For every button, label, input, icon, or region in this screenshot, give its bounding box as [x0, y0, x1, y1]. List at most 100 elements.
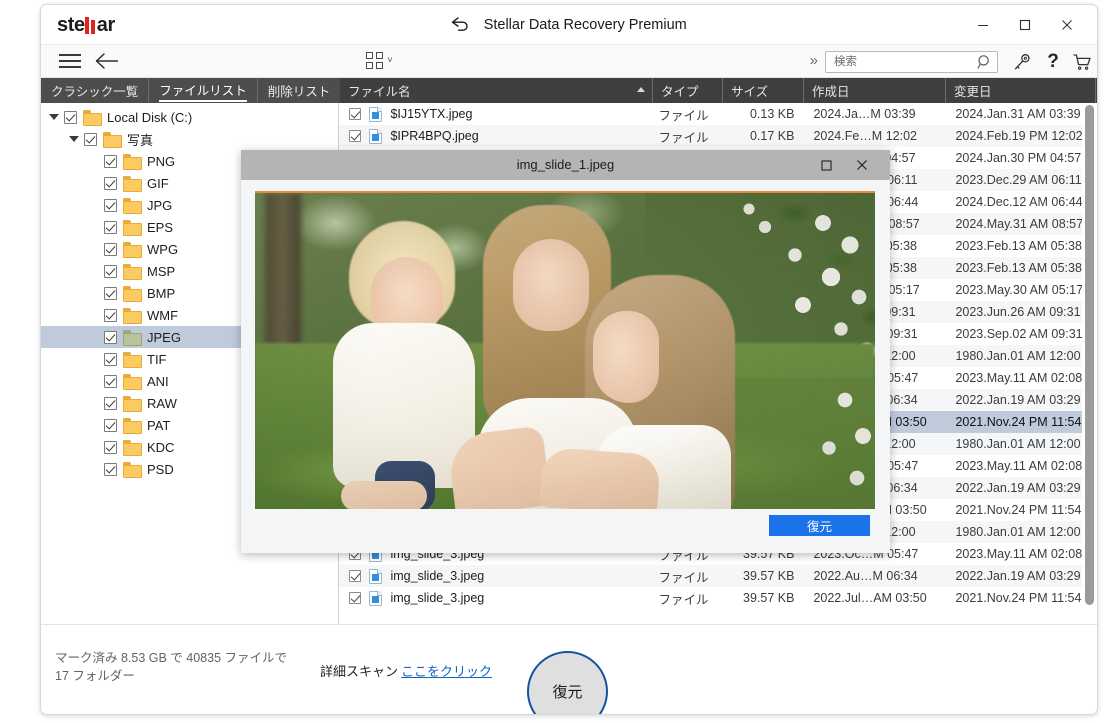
- tree-checkbox[interactable]: [104, 418, 117, 432]
- shopping-cart-icon[interactable]: [1070, 50, 1094, 74]
- cell-type: ファイル: [658, 592, 709, 607]
- table-row[interactable]: img_slide_3.jpeg ファイル 39.57 KB 2022.Jul…AM …: [339, 587, 1097, 609]
- title-back-arrow-icon[interactable]: [451, 17, 470, 36]
- key-icon[interactable]: [1010, 50, 1034, 74]
- cell-type: ファイル: [658, 108, 709, 123]
- tree-checkbox[interactable]: [84, 132, 97, 146]
- tree-twisty-icon[interactable]: [49, 114, 59, 120]
- status-bar: マーク済み 8.53 GB で 40835 ファイルで 17 フォルダー 詳細ス…: [41, 624, 1097, 714]
- tree-checkbox[interactable]: [104, 462, 117, 476]
- folder-icon: [123, 154, 142, 170]
- cell-type: ファイル: [658, 130, 709, 145]
- expand-toolbar-icon[interactable]: »: [810, 52, 818, 69]
- tree-checkbox[interactable]: [104, 308, 117, 322]
- tree-checkbox[interactable]: [104, 176, 117, 190]
- tree-item-label: EPS: [147, 219, 174, 235]
- search-box[interactable]: [825, 51, 998, 73]
- cell-filename: $IJ15YTX.jpeg: [339, 106, 652, 122]
- tree-checkbox[interactable]: [104, 286, 117, 300]
- search-input[interactable]: [832, 52, 968, 72]
- column-header-type[interactable]: タイプ: [653, 78, 723, 103]
- tree-checkbox[interactable]: [104, 330, 117, 344]
- folder-icon: [123, 352, 142, 368]
- maximize-button[interactable]: [1009, 11, 1041, 39]
- dialog-close-button[interactable]: [850, 154, 874, 176]
- deep-scan-link[interactable]: ここをクリック: [401, 661, 492, 680]
- tree-item-label: WPG: [147, 241, 179, 257]
- folder-icon: [123, 242, 142, 258]
- tree-checkbox[interactable]: [104, 198, 117, 212]
- cell-size: 39.57 KB: [743, 569, 795, 583]
- cell-modified: 2021.Nov.24 PM 11:54: [955, 591, 1082, 605]
- cell-modified: 2024.Feb.19 PM 12:02: [955, 129, 1083, 143]
- tree-checkbox[interactable]: [104, 220, 117, 234]
- row-checkbox[interactable]: [349, 570, 362, 582]
- tree-checkbox[interactable]: [104, 242, 117, 256]
- tab-label: ファイルリスト: [159, 80, 247, 102]
- folder-icon: [123, 176, 142, 192]
- column-header-modified[interactable]: 変更日: [946, 78, 1096, 103]
- folder-icon: [83, 110, 102, 126]
- row-checkbox[interactable]: [349, 130, 362, 142]
- row-checkbox[interactable]: [349, 592, 362, 604]
- tree-checkbox[interactable]: [104, 440, 117, 454]
- table-row[interactable]: $IJ15YTX.jpeg ファイル 0.13 KB 2024.Ja…M 03:39 2…: [339, 103, 1097, 125]
- minimize-button[interactable]: [967, 11, 999, 39]
- title-bar: ste ar Stellar Data Recovery Premium: [41, 5, 1097, 45]
- logo-text-suffix: ar: [96, 14, 116, 36]
- cell-modified: 2023.Jun.26 AM 09:31: [955, 305, 1081, 319]
- dialog-title-bar[interactable]: img_slide_1.jpeg: [241, 150, 890, 180]
- back-arrow-icon[interactable]: [93, 49, 121, 73]
- tree-checkbox[interactable]: [104, 264, 117, 278]
- cell-modified: 2023.Dec.29 AM 06:11: [955, 173, 1082, 187]
- preview-photo: [255, 191, 875, 509]
- tree-item-label: JPEG: [147, 329, 181, 345]
- scan-summary-text: マーク済み 8.53 GB で 40835 ファイルで 17 フォルダー: [55, 649, 315, 685]
- tab-file-list[interactable]: ファイルリスト: [149, 78, 258, 103]
- column-header-filename[interactable]: ファイル名: [340, 78, 653, 103]
- tree-item-local-disk-c-[interactable]: Local Disk (C:): [41, 106, 338, 128]
- image-preview-dialog[interactable]: img_slide_1.jpeg 復元: [241, 150, 890, 553]
- tree-checkbox[interactable]: [64, 110, 77, 124]
- stellar-logo: ste ar: [57, 14, 115, 37]
- tree-checkbox[interactable]: [104, 396, 117, 410]
- dialog-maximize-button[interactable]: [814, 154, 838, 176]
- folder-icon: [123, 308, 142, 324]
- tree-item--[interactable]: 写真: [41, 128, 338, 150]
- cell-modified: 2023.May.30 AM 05:17: [955, 283, 1084, 297]
- scan-summary-line1: マーク済み 8.53 GB で 40835 ファイルで: [55, 651, 288, 665]
- recover-button[interactable]: 復元: [527, 651, 608, 714]
- cell-modified: 2023.May.11 AM 02:08: [955, 547, 1083, 561]
- filename-label: $IPR4BPQ.jpeg: [390, 129, 479, 143]
- column-header-size[interactable]: サイズ: [723, 78, 804, 103]
- hamburger-menu-icon[interactable]: [57, 50, 83, 73]
- folder-icon: [123, 330, 142, 346]
- close-button[interactable]: [1051, 11, 1083, 39]
- folder-icon: [123, 198, 142, 214]
- tab-bar: クラシック一覧 ファイルリスト 削除リスト ファイル名 タイプ サイズ 作成日 …: [41, 78, 1097, 103]
- tab-label: 削除リスト: [267, 85, 331, 99]
- scrollbar-thumb[interactable]: [1085, 105, 1094, 605]
- cell-size: 0.13 KB: [749, 107, 795, 121]
- search-icon[interactable]: [977, 54, 992, 75]
- cell-modified: 2023.May.11 AM 02:08: [955, 371, 1083, 385]
- logo-bars-icon: [84, 17, 97, 34]
- grid-view-icon[interactable]: ˅: [366, 51, 393, 70]
- row-checkbox[interactable]: [349, 108, 362, 120]
- table-row[interactable]: img_slide_3.jpeg ファイル 39.57 KB 2022.Au…M 06…: [339, 565, 1097, 587]
- tree-checkbox[interactable]: [104, 154, 117, 168]
- cell-type: ファイル: [658, 570, 709, 585]
- tree-checkbox[interactable]: [104, 352, 117, 366]
- column-header-created[interactable]: 作成日: [804, 78, 946, 103]
- cell-size: 0.17 KB: [749, 129, 795, 143]
- folder-icon: [123, 462, 142, 478]
- tree-twisty-icon[interactable]: [69, 136, 79, 142]
- dialog-recover-button[interactable]: 復元: [769, 515, 870, 536]
- tree-item-label: MSP: [147, 263, 176, 279]
- tab-classic-list[interactable]: クラシック一覧: [41, 78, 150, 103]
- help-icon[interactable]: ?: [1041, 50, 1065, 74]
- tree-checkbox[interactable]: [104, 374, 117, 388]
- file-list-scrollbar[interactable]: [1082, 103, 1097, 624]
- table-row[interactable]: $IPR4BPQ.jpeg ファイル 0.17 KB 2024.Fe…M 12:02 2…: [339, 125, 1097, 147]
- tab-deleted-list[interactable]: 削除リスト: [258, 78, 342, 103]
